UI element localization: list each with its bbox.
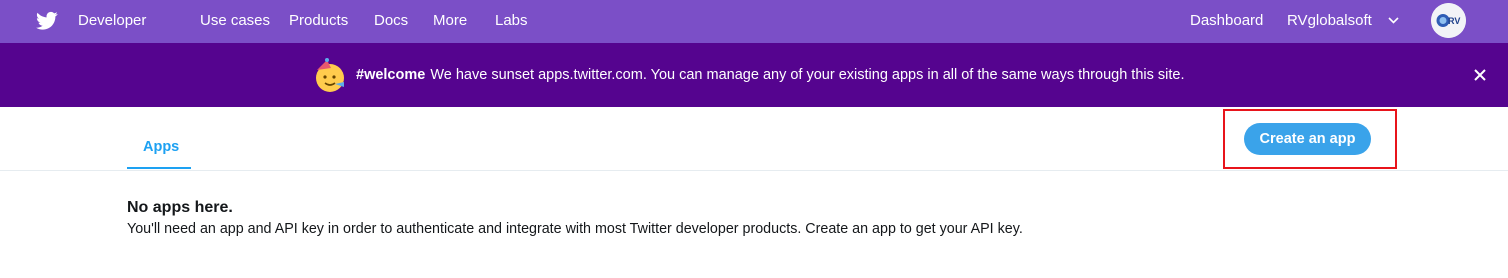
brand-label[interactable]: Developer (78, 12, 146, 29)
banner-hashtag: #welcome (356, 67, 426, 83)
banner-text: We have sunset apps.twitter.com. You can… (430, 67, 1185, 83)
nav-labs[interactable]: Labs (495, 12, 528, 29)
create-app-button[interactable]: Create an app (1244, 123, 1371, 155)
party-face-icon (316, 58, 344, 92)
nav-more[interactable]: More (433, 12, 467, 29)
avatar-text: RV (1448, 16, 1460, 26)
welcome-banner: #welcome We have sunset apps.twitter.com.… (0, 43, 1508, 107)
empty-state-description: You'll need an app and API key in order … (127, 221, 1023, 237)
banner-message: #welcome We have sunset apps.twitter.com.… (356, 67, 1184, 83)
account-menu[interactable]: RVglobalsoft (1287, 12, 1399, 29)
account-name: RVglobalsoft (1287, 12, 1372, 29)
avatar-logo-icon: RV (1431, 3, 1466, 38)
nav-use-cases[interactable]: Use cases (200, 12, 270, 29)
empty-state-title: No apps here. (127, 199, 233, 216)
nav-products[interactable]: Products (289, 12, 348, 29)
top-navigation: Developer Use cases Products Docs More L… (0, 0, 1508, 43)
tab-apps-label: Apps (143, 139, 180, 155)
tabs-bar: Apps Create an app (0, 107, 1508, 171)
chevron-down-icon (1388, 17, 1399, 24)
avatar[interactable]: RV (1431, 3, 1466, 38)
close-icon[interactable] (1470, 65, 1490, 85)
nav-docs[interactable]: Docs (374, 12, 408, 29)
twitter-bird-icon[interactable] (36, 11, 58, 31)
empty-state: No apps here. You'll need an app and API… (127, 199, 1023, 237)
nav-dashboard[interactable]: Dashboard (1190, 12, 1263, 29)
tab-apps[interactable]: Apps (127, 107, 191, 169)
